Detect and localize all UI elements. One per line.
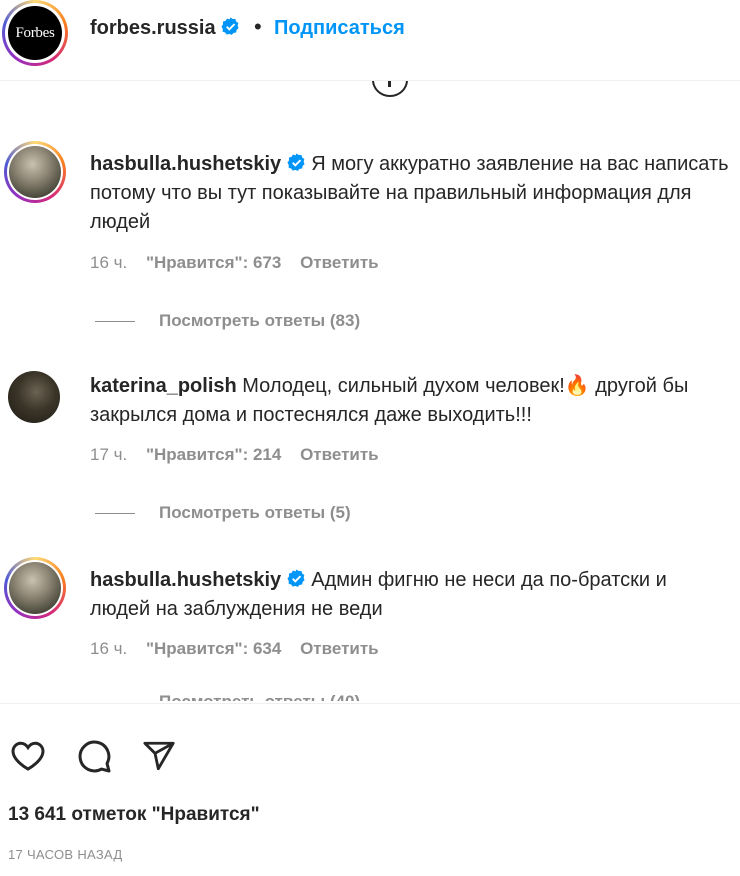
comment-body: hasbulla.hushetskiy Я могу аккуратно зая…: [90, 150, 730, 237]
reply-button[interactable]: Ответить: [300, 253, 379, 272]
avatar-ring[interactable]: [4, 141, 66, 203]
comment-body: katerina_polish Молодец, сильный духом ч…: [90, 372, 730, 430]
divider-line: [95, 513, 135, 515]
comment-username[interactable]: hasbulla.hushetskiy: [90, 569, 281, 591]
likes-count[interactable]: 13 641 отметок "Нравится": [8, 804, 260, 826]
avatar[interactable]: [8, 371, 60, 423]
comment-time[interactable]: 17 ч.: [90, 445, 127, 464]
post-footer: 13 641 отметок "Нравится" 17 ЧАСОВ НАЗАД: [0, 703, 740, 876]
comment-meta: 16 ч. "Нравится": 673 Ответить: [90, 253, 393, 273]
header-separator: •: [254, 14, 262, 39]
avatar-ring[interactable]: [4, 557, 66, 619]
share-icon[interactable]: [141, 739, 177, 773]
comment-likes[interactable]: "Нравится": 673: [146, 253, 281, 272]
view-replies-label: Посмотреть ответы (40): [159, 692, 360, 701]
header-username[interactable]: forbes.russia: [90, 17, 240, 40]
comment-body: hasbulla.hushetskiy Админ фигню не неси …: [90, 566, 730, 624]
verified-icon: [287, 569, 305, 587]
post-time[interactable]: 17 ЧАСОВ НАЗАД: [8, 847, 123, 862]
comment-username[interactable]: katerina_polish: [90, 375, 237, 397]
view-replies-label: Посмотреть ответы (83): [159, 311, 361, 330]
reply-button[interactable]: Ответить: [300, 639, 379, 658]
verified-icon: [221, 17, 239, 35]
comment-likes[interactable]: "Нравится": 214: [146, 445, 281, 464]
header-username-text: forbes.russia: [90, 17, 216, 39]
forbes-logo[interactable]: Forbes: [8, 6, 62, 60]
verified-icon: [287, 153, 305, 171]
comment-likes[interactable]: "Нравится": 634: [146, 639, 281, 658]
comment-username[interactable]: hasbulla.hushetskiy: [90, 153, 281, 175]
heart-icon[interactable]: [9, 738, 47, 774]
follow-button[interactable]: Подписаться: [274, 17, 405, 40]
post-header: Forbes forbes.russia • Подписаться: [0, 0, 740, 81]
view-replies-button[interactable]: Посмотреть ответы (83): [95, 311, 360, 331]
logo-text: Forbes: [15, 24, 55, 41]
comment-meta: 17 ч. "Нравится": 214 Ответить: [90, 445, 393, 465]
comment-time[interactable]: 16 ч.: [90, 639, 127, 658]
avatar[interactable]: [9, 146, 61, 198]
reply-button[interactable]: Ответить: [300, 445, 379, 464]
avatar[interactable]: [9, 562, 61, 614]
scroll-icon[interactable]: [372, 81, 408, 97]
view-replies-button[interactable]: Посмотреть ответы (40): [95, 692, 360, 701]
profile-avatar-ring[interactable]: Forbes: [2, 0, 68, 66]
comments-list[interactable]: hasbulla.hushetskiy Я могу аккуратно зая…: [0, 81, 740, 701]
comment-meta: 16 ч. "Нравится": 634 Ответить: [90, 639, 393, 659]
comment-icon[interactable]: [76, 738, 112, 774]
comment-time[interactable]: 16 ч.: [90, 253, 127, 272]
divider-line: [95, 321, 135, 323]
view-replies-label: Посмотреть ответы (5): [159, 503, 351, 522]
view-replies-button[interactable]: Посмотреть ответы (5): [95, 503, 351, 523]
